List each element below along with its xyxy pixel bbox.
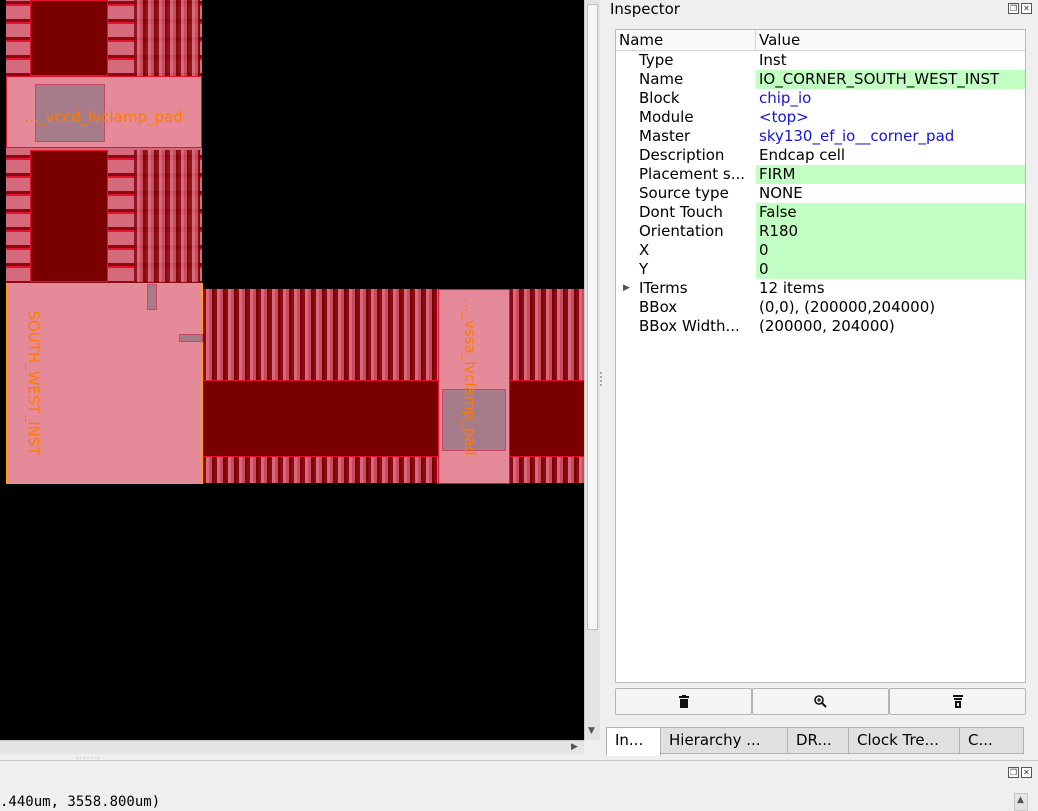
console-panel: ······· ❐ ✕ .440um, 3558.800um) ▲ xyxy=(0,754,1038,811)
property-name: Orientation xyxy=(639,222,724,240)
expand-arrow-icon[interactable]: ▶ xyxy=(623,279,630,298)
layout-canvas[interactable]: ..._vccd_lvclamp_pad SOUTH_WEST_INST ...… xyxy=(0,0,584,740)
left-metal-block xyxy=(30,0,108,76)
property-value-link[interactable]: sky130_ef_io__corner_pad xyxy=(756,127,1025,146)
property-row-orientation[interactable]: Orientation R180 xyxy=(616,222,1025,241)
property-row-bbox-width[interactable]: BBox Width... (200000, 204000) xyxy=(616,317,1025,336)
inspector-action-bar xyxy=(615,688,1026,716)
canvas-horizontal-scrollbar[interactable]: ▶ xyxy=(0,740,584,754)
console-scroll-up-icon[interactable]: ▲ xyxy=(1017,795,1024,805)
property-row-dont-touch[interactable]: Dont Touch False xyxy=(616,203,1025,222)
property-name: Description xyxy=(639,146,725,164)
property-row-bbox[interactable]: BBox (0,0), (200000,204000) xyxy=(616,298,1025,317)
property-row-placement-status[interactable]: Placement s... FIRM xyxy=(616,165,1025,184)
property-name: BBox Width... xyxy=(639,317,740,335)
corner-stub-2 xyxy=(179,334,203,342)
property-name: Placement s... xyxy=(639,165,745,183)
property-value-editable[interactable]: 0 xyxy=(756,241,1025,260)
scroll-down-arrow-icon[interactable]: ▼ xyxy=(588,726,595,736)
left-metal-strips xyxy=(134,0,200,76)
property-row-block[interactable]: Block chip_io xyxy=(616,89,1025,108)
vssa-pad-label: ..._vssa_lvclamp_pad xyxy=(460,298,479,456)
tab-inspector[interactable]: In... xyxy=(606,727,661,756)
console-float-icon[interactable]: ❐ xyxy=(1008,767,1019,778)
inspector-title: Inspector xyxy=(610,0,680,18)
property-value-link[interactable]: <top> xyxy=(756,108,1025,127)
property-name: Dont Touch xyxy=(639,203,723,221)
property-value: Endcap cell xyxy=(759,146,846,164)
property-value-editable[interactable]: IO_CORNER_SOUTH_WEST_INST xyxy=(756,70,1025,89)
dock-tab-bar: In... Hierarchy ... DR... Clock Tre... C… xyxy=(606,727,1024,756)
property-row-y[interactable]: Y 0 xyxy=(616,260,1025,279)
tab-hierarchy[interactable]: Hierarchy ... xyxy=(660,727,788,754)
console-resize-grip[interactable]: ······· xyxy=(76,754,101,763)
property-row-description[interactable]: Description Endcap cell xyxy=(616,146,1025,165)
tab-clock-tree[interactable]: Clock Tre... xyxy=(848,727,960,754)
inspector-panel: Inspector ❐ ✕ Name Value Type Inst Name … xyxy=(604,0,1038,760)
property-row-master[interactable]: Master sky130_ef_io__corner_pad xyxy=(616,127,1025,146)
property-name: Type xyxy=(639,51,674,69)
corner-south-west-inst[interactable]: SOUTH_WEST_INST xyxy=(6,283,203,484)
property-row-type[interactable]: Type Inst xyxy=(616,51,1025,70)
close-panel-icon[interactable]: ✕ xyxy=(1021,3,1032,14)
canvas-vertical-scroll-thumb[interactable] xyxy=(587,4,598,630)
column-header-value[interactable]: Value xyxy=(756,30,1025,51)
scroll-right-arrow-icon[interactable]: ▶ xyxy=(571,742,578,752)
property-name: Master xyxy=(639,127,691,145)
property-row-source-type[interactable]: Source type NONE xyxy=(616,184,1025,203)
property-value: (200000, 204000) xyxy=(759,317,895,335)
property-row-x[interactable]: X 0 xyxy=(616,241,1025,260)
property-name: Block xyxy=(639,89,680,107)
console-close-icon[interactable]: ✕ xyxy=(1021,767,1032,778)
float-panel-icon[interactable]: ❐ xyxy=(1008,3,1019,14)
select-icon xyxy=(952,695,963,708)
property-name: Module xyxy=(639,108,694,126)
property-value-editable[interactable]: False xyxy=(756,203,1025,222)
property-row-iterms[interactable]: ▶ ITerms 12 items xyxy=(616,279,1025,298)
property-row-module[interactable]: Module <top> xyxy=(616,108,1025,127)
property-value: (0,0), (200000,204000) xyxy=(759,298,936,316)
bottom-metal-band-left xyxy=(203,380,438,457)
property-name: X xyxy=(639,241,650,259)
select-button[interactable] xyxy=(889,688,1026,715)
property-table[interactable]: Name Value Type Inst Name IO_CORNER_SOUT… xyxy=(615,29,1026,683)
left-metal-strips-2 xyxy=(134,150,200,282)
property-value: 12 items xyxy=(759,279,825,297)
canvas-vertical-scrollbar[interactable]: ▼ xyxy=(584,0,600,740)
corner-inst-label: SOUTH_WEST_INST xyxy=(24,310,43,456)
vccd-lvclamp-pad[interactable]: ..._vccd_lvclamp_pad xyxy=(6,76,202,148)
zoom-in-icon xyxy=(814,695,827,708)
console-divider xyxy=(0,760,1038,761)
zoom-to-button[interactable] xyxy=(752,688,889,715)
tab-other[interactable]: C... xyxy=(959,727,1024,754)
bottom-metal-band-right xyxy=(510,380,584,457)
property-name: Name xyxy=(639,70,684,88)
property-table-header: Name Value xyxy=(616,30,1025,51)
property-name: Y xyxy=(639,260,649,278)
property-name: BBox xyxy=(639,298,678,316)
property-value: NONE xyxy=(759,184,803,202)
console-output: .440um, 3558.800um) xyxy=(0,794,161,810)
left-metal-block-2 xyxy=(30,150,108,282)
delete-button[interactable] xyxy=(615,688,752,715)
property-value-editable[interactable]: R180 xyxy=(756,222,1025,241)
tab-drc[interactable]: DR... xyxy=(787,727,849,754)
corner-stub xyxy=(147,284,157,310)
console-scrollbar[interactable]: ▲ xyxy=(1014,793,1028,811)
delete-icon xyxy=(678,695,689,708)
vssa-lvclamp-pad[interactable]: ..._vssa_lvclamp_pad xyxy=(438,289,510,484)
property-value-editable[interactable]: FIRM xyxy=(756,165,1025,184)
property-name: ITerms xyxy=(639,279,688,297)
property-value-editable[interactable]: 0 xyxy=(756,260,1025,279)
property-row-name[interactable]: Name IO_CORNER_SOUTH_WEST_INST xyxy=(616,70,1025,89)
property-name: Source type xyxy=(639,184,729,202)
column-header-name[interactable]: Name xyxy=(616,30,756,51)
property-value-link[interactable]: chip_io xyxy=(756,89,1025,108)
vccd-pad-label: ..._vccd_lvclamp_pad xyxy=(24,108,183,126)
property-value: Inst xyxy=(759,51,787,69)
